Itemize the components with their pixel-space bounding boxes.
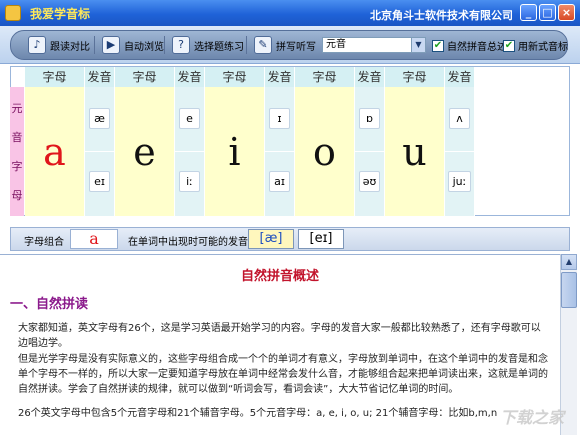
header-letter: 字母 — [205, 67, 265, 87]
spelling-dictation-label: 拼写听写 — [276, 41, 316, 53]
phonetic-button[interactable]: aɪ — [269, 171, 290, 192]
toolbar-divider — [246, 36, 247, 54]
article-paragraph: 但是光学字母是没有实际意义的，这些字母组合成一个个的单词才有意义，字母放到单词中… — [18, 354, 548, 395]
new-phonetics-label: 用新式音标 — [518, 42, 568, 53]
phonetic-button[interactable]: æ — [89, 108, 110, 129]
phonics-overview-checkbox[interactable]: ✔ 自然拼音总述 — [432, 38, 507, 53]
combination-label: 字母组合 — [24, 237, 64, 248]
checkmark-icon: ✔ — [503, 39, 515, 52]
minimize-button[interactable]: _ — [520, 4, 537, 21]
window-title: 我爱学音标 — [30, 7, 91, 21]
pronunciation-option[interactable]: [eɪ] — [298, 229, 344, 249]
checkmark-icon: ✔ — [432, 39, 444, 52]
phonetic-column-i: ɪ aɪ — [265, 87, 295, 216]
follow-compare-button[interactable]: ♪ 跟读对比 — [28, 34, 90, 56]
pen-icon: ✎ — [254, 36, 272, 54]
section-heading: 一、自然拼读 — [10, 297, 89, 312]
follow-compare-label: 跟读对比 — [50, 41, 90, 53]
header-sound: 发音 — [355, 67, 385, 87]
phonetic-button[interactable]: ʌ — [449, 108, 470, 129]
article-paragraph: 26个英文字母中包含5个元音字母和21个辅音字母。5个元音字母：a, e, i,… — [18, 408, 498, 419]
combination-value: a — [70, 229, 118, 249]
letter-cell-e[interactable]: e — [115, 87, 175, 216]
phonetic-column-e: e iː — [175, 87, 205, 216]
phonetic-column-a: æ eɪ — [85, 87, 115, 216]
phonetic-button[interactable]: ɪ — [269, 108, 290, 129]
header-letter: 字母 — [25, 67, 85, 87]
header-sound: 发音 — [445, 67, 475, 87]
letter-cell-o[interactable]: o — [295, 87, 355, 216]
new-phonetics-checkbox[interactable]: ✔ 用新式音标 — [503, 38, 568, 53]
auto-browse-label: 自动浏览 — [124, 41, 164, 53]
possible-pronunciation-label: 在单词中出现时可能的发音: — [128, 237, 252, 248]
phonetic-button[interactable]: əʊ — [359, 171, 380, 192]
vowel-letters-side-label: 元 音 字 母 — [10, 87, 24, 216]
phonetic-button[interactable]: iː — [179, 171, 200, 192]
phonics-article: 自然拼音概述 一、自然拼读 大家都知道，英文字母有26个，这是学习英语最开始学习… — [0, 254, 560, 435]
divider — [175, 151, 204, 152]
header-letter: 字母 — [385, 67, 445, 87]
toolbar-divider — [164, 36, 165, 54]
pronunciation-option-selected[interactable]: [æ] — [248, 229, 294, 249]
side-label-char: 音 — [11, 130, 23, 144]
scroll-up-button[interactable]: ▲ — [561, 254, 577, 270]
letter-cell-a[interactable]: a — [25, 87, 85, 216]
spelling-dictation-button[interactable]: ✎ 拼写听写 — [254, 34, 316, 56]
category-select[interactable]: 元音 ▼ — [322, 37, 426, 53]
phonics-overview-label: 自然拼音总述 — [447, 42, 507, 53]
article-paragraph: 大家都知道，英文字母有26个，这是学习英语最开始学习的内容。字母的发音大家一般都… — [18, 323, 541, 349]
quiz-icon: ? — [172, 36, 190, 54]
side-label-char: 字 — [11, 160, 23, 174]
speaker-icon: ♪ — [28, 36, 46, 54]
divider — [85, 151, 114, 152]
phonetic-button[interactable]: eɪ — [89, 171, 110, 192]
chevron-down-icon[interactable]: ▼ — [411, 38, 425, 52]
divider — [355, 151, 384, 152]
divider — [265, 151, 294, 152]
toolbar-divider — [94, 36, 95, 54]
category-select-value: 元音 — [326, 39, 346, 50]
divider — [445, 151, 474, 152]
header-sound: 发音 — [265, 67, 295, 87]
company-name: 北京角斗士软件技术有限公司 — [370, 9, 513, 22]
app-icon — [5, 5, 21, 21]
quiz-practice-button[interactable]: ? 选择题练习 — [172, 34, 244, 56]
article-title: 自然拼音概述 — [240, 269, 319, 284]
phonetic-button[interactable]: ɒ — [359, 108, 380, 129]
header-sound: 发音 — [85, 67, 115, 87]
phonetic-button[interactable]: juː — [448, 171, 471, 192]
play-icon: ▶ — [102, 36, 120, 54]
phonetic-column-u: ʌ juː — [445, 87, 475, 216]
scroll-thumb[interactable] — [561, 272, 577, 308]
letter-cell-i[interactable]: i — [205, 87, 265, 216]
side-label-char: 元 — [11, 101, 23, 115]
letter-cell-u[interactable]: u — [385, 87, 445, 216]
maximize-button[interactable]: □ — [539, 4, 556, 21]
header-sound: 发音 — [175, 67, 205, 87]
watermark-logo: 下载之家 — [500, 408, 565, 427]
side-label-char: 母 — [11, 189, 23, 203]
title-bar: 我爱学音标 北京角斗士软件技术有限公司 _ □ × — [0, 0, 580, 26]
quiz-practice-label: 选择题练习 — [194, 41, 244, 53]
auto-browse-button[interactable]: ▶ 自动浏览 — [102, 34, 164, 56]
phonetic-column-o: ɒ əʊ — [355, 87, 385, 216]
phonetic-button[interactable]: e — [179, 108, 200, 129]
close-button[interactable]: × — [558, 4, 575, 21]
header-letter: 字母 — [115, 67, 175, 87]
header-letter: 字母 — [295, 67, 355, 87]
